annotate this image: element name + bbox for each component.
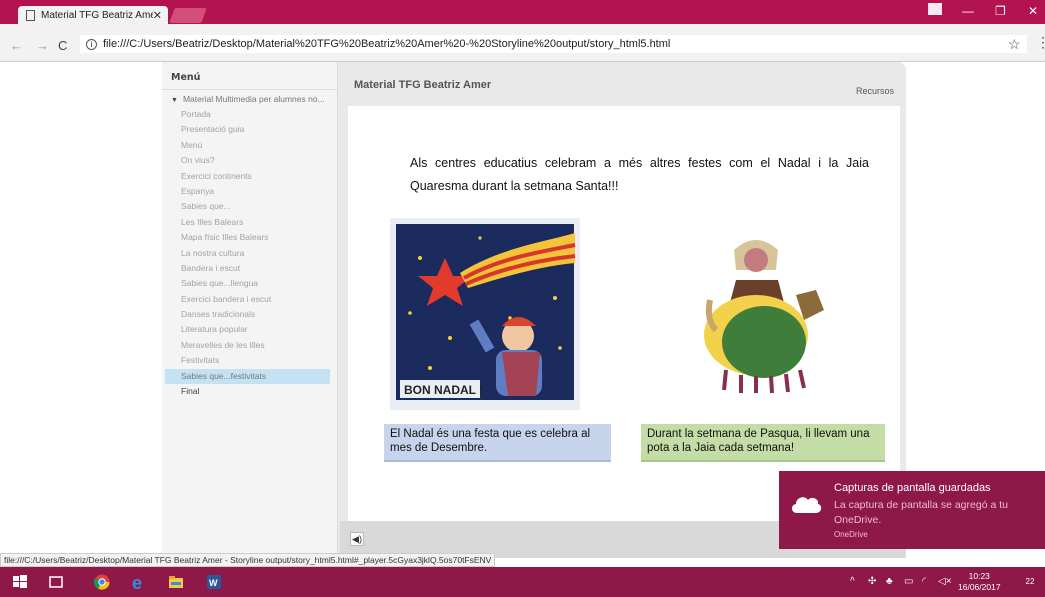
menu-item[interactable]: Mapa físic Illes Balears — [165, 230, 330, 245]
menu-item[interactable]: Portada — [165, 107, 330, 122]
back-icon[interactable]: ← — [10, 38, 23, 53]
menu-item[interactable]: Presentació guia — [165, 122, 330, 137]
chrome-icon[interactable] — [94, 574, 110, 590]
bon-nadal-illustration: BON NADAL ! — [390, 218, 580, 410]
url-text: file:///C:/Users/Beatriz/Desktop/Materia… — [103, 38, 671, 50]
browser-toolbar: ← → C i file:///C:/Users/Beatriz/Desktop… — [0, 24, 1045, 62]
people-icon[interactable]: ♣ — [886, 576, 893, 587]
windows-start-icon[interactable] — [12, 574, 28, 590]
menu-item[interactable]: On vius? — [165, 153, 330, 168]
taskbar-clock[interactable]: 10:23 16/06/2017 — [958, 571, 1001, 593]
new-tab-button[interactable] — [169, 8, 207, 23]
clock-date: 16/06/2017 — [958, 582, 1001, 592]
menu-item[interactable]: Exercici continents — [165, 169, 330, 184]
show-hidden-icons[interactable]: ^ — [850, 576, 855, 587]
close-window-icon[interactable]: ✕ — [1028, 4, 1038, 18]
menu-item[interactable]: Menú — [165, 138, 330, 153]
menu-item[interactable]: Literatura popular — [165, 322, 330, 337]
toast-body: La captura de pantalla se agregó a tu On… — [834, 499, 1008, 526]
menu-item[interactable]: Les Illes Balears — [165, 215, 330, 230]
browser-titlebar: Material TFG Beatriz Ame ✕ — ❐ ✕ — [0, 0, 1045, 24]
page-stage: Menú ▼ Material Multimedia per alumnes no… — [0, 62, 1045, 566]
menu-item[interactable]: Final — [165, 384, 330, 399]
menu-root-item[interactable]: ▼ Material Multimedia per alumnes no... — [162, 90, 337, 107]
info-icon[interactable]: i — [86, 38, 97, 50]
reload-icon[interactable]: C — [58, 38, 67, 53]
toast-title: Capturas de pantalla guardadas — [834, 482, 991, 494]
windows-taskbar: e W ^ ✣ ♣ ▭ ◜ ◁× 10:23 16/06/2017 22 — [0, 567, 1045, 597]
toast-app-name: OneDrive — [834, 530, 868, 539]
network-sync-icon[interactable]: ✣ — [868, 576, 876, 587]
notification-count: 22 — [1025, 577, 1035, 586]
svg-text:W: W — [209, 578, 218, 588]
slide-text: Als centres educatius celebram a més alt… — [410, 156, 869, 193]
tab-title: Material TFG Beatriz Ame — [41, 9, 153, 21]
minimize-icon[interactable]: — — [962, 4, 974, 18]
menu-item[interactable]: La nostra cultura — [165, 246, 330, 261]
menu-kebab-icon[interactable]: ⋮ — [1036, 34, 1045, 51]
caption-nadal: El Nadal és una festa que es celebra al … — [384, 424, 611, 462]
jaia-quaresma-illustration — [704, 240, 824, 394]
page-icon — [26, 9, 35, 21]
task-view-icon[interactable] — [48, 574, 64, 590]
clock-time: 10:23 — [968, 571, 990, 581]
battery-icon[interactable]: ▭ — [904, 576, 913, 587]
volume-icon[interactable]: ◀) — [350, 532, 364, 546]
bookmark-star-icon[interactable]: ☆ — [1008, 36, 1021, 53]
forward-icon[interactable]: → — [36, 38, 49, 53]
menu-item[interactable]: Sabies que...llengua — [165, 276, 330, 291]
course-title: Material TFG Beatriz Amer — [354, 79, 492, 91]
edge-icon[interactable]: e — [131, 574, 147, 590]
menu-list: Portada Presentació guia Menú On vius? Exerc… — [162, 107, 337, 399]
word-icon[interactable]: W — [206, 574, 222, 590]
slide-canvas: Als centres educatius celebram a més alt… — [348, 106, 900, 521]
bon-nadal-text: BON NADAL ! — [404, 383, 483, 397]
caption-jaia: Durant la setmana de Pasqua, li llevam u… — [641, 424, 885, 462]
menu-item[interactable]: Sabies que... — [165, 199, 330, 214]
player-header: Material TFG Beatriz Amer Recursos — [340, 62, 906, 102]
menu-item[interactable]: Espanya — [165, 184, 330, 199]
close-tab-icon[interactable]: ✕ — [153, 9, 162, 22]
resources-button[interactable]: Recursos — [856, 86, 894, 96]
menu-item[interactable]: Bandera i escut — [165, 261, 330, 276]
expand-triangle-icon[interactable]: ▼ — [171, 97, 178, 104]
menu-item[interactable]: Festivitats — [165, 353, 330, 368]
address-bar[interactable]: i file:///C:/Users/Beatriz/Desktop/Mater… — [80, 35, 1027, 53]
speaker-icon[interactable]: ◁× — [938, 576, 952, 587]
onedrive-notification[interactable]: Capturas de pantalla guardadas La captur… — [779, 471, 1045, 549]
file-explorer-icon[interactable] — [168, 574, 184, 590]
svg-text:e: e — [132, 574, 142, 590]
menu-item[interactable]: Meravelles de les Illes — [165, 338, 330, 353]
cloud-icon — [791, 497, 822, 513]
menu-sidebar: Menú ▼ Material Multimedia per alumnes no… — [162, 62, 338, 558]
action-center-icon[interactable]: 22 — [1021, 574, 1039, 590]
menu-item[interactable]: Danses tradicionals — [165, 307, 330, 322]
menu-root-label: Material Multimedia per alumnes no... — [182, 94, 325, 104]
menu-title: Menú — [162, 62, 337, 90]
menu-item[interactable]: Exercici bandera i escut — [165, 292, 330, 307]
user-icon[interactable] — [928, 3, 942, 15]
browser-tab[interactable]: Material TFG Beatriz Ame ✕ — [18, 6, 168, 24]
wifi-icon[interactable]: ◜ — [922, 576, 926, 587]
menu-item[interactable]: Sabies que...festivitats — [165, 368, 330, 385]
status-bar-url: file:///C:/Users/Beatriz/Desktop/Materia… — [0, 553, 496, 567]
restore-icon[interactable]: ❐ — [995, 4, 1006, 18]
